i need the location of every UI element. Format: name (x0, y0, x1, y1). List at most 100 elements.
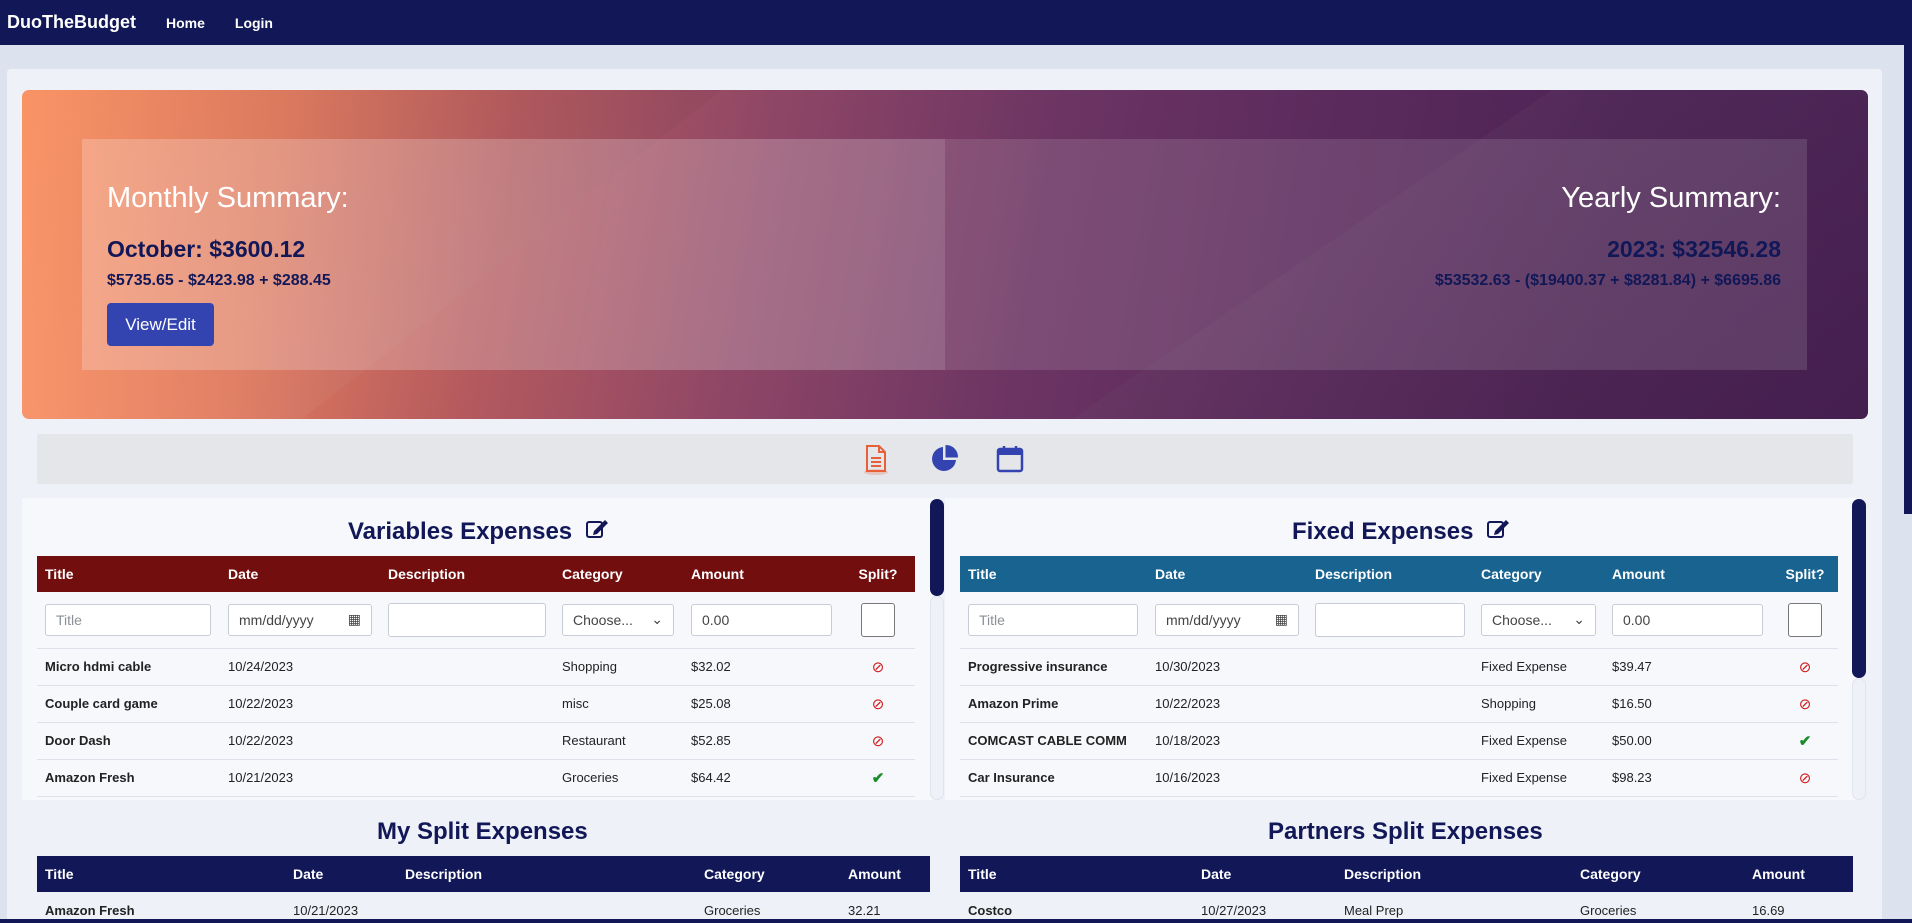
table-row[interactable]: Amazon Fresh 10/21/2023 Groceries $64.42… (37, 759, 915, 797)
row-amount: $32.02 (683, 648, 841, 686)
row-category: Shopping (554, 648, 683, 686)
variable-panel-scrollbar[interactable] (930, 499, 944, 596)
table-row[interactable]: Micro hdmi cable 10/24/2023 Shopping $32… (37, 648, 915, 686)
view-edit-button[interactable]: View/Edit (107, 303, 214, 346)
monthly-total: October: $3600.12 (107, 236, 306, 262)
monthly-formula: $5735.65 - $2423.98 + $288.45 (107, 272, 331, 289)
column-header: Description (1307, 556, 1473, 592)
table-row[interactable]: Door Dash 10/22/2023 Restaurant $52.85 ⊘ (37, 722, 915, 760)
column-header: Category (1473, 556, 1604, 592)
nav-home-link[interactable]: Home (166, 15, 205, 31)
row-description (1307, 759, 1473, 797)
row-date: 10/24/2023 (220, 648, 380, 686)
description-textarea[interactable] (388, 602, 546, 637)
table-row[interactable]: Car Insurance 10/16/2023 Fixed Expense $… (960, 759, 1838, 797)
row-date: 10/22/2023 (220, 722, 380, 760)
fixed-panel-scrollbar[interactable] (1852, 499, 1866, 678)
yearly-total: 2023: $32546.28 (1607, 236, 1781, 262)
row-description (380, 685, 554, 723)
chevron-down-icon: ⌄ (651, 611, 663, 628)
column-header: Split? (841, 556, 915, 592)
row-title: Door Dash (37, 722, 220, 760)
row-date: 10/22/2023 (220, 685, 380, 723)
not-split-icon: ⊘ (1798, 769, 1812, 787)
table-row[interactable]: Couple card game 10/22/2023 misc $25.08 … (37, 685, 915, 723)
nav-login-link[interactable]: Login (235, 15, 273, 31)
my-split-expenses-table: Title Date Description Category Amount A… (37, 856, 930, 923)
row-category: Restaurant (554, 722, 683, 760)
split-checkbox[interactable] (1788, 602, 1822, 637)
table-row[interactable]: Progressive insurance 10/30/2023 Fixed E… (960, 648, 1838, 686)
calendar-icon[interactable]: ▦ (348, 611, 361, 628)
not-split-icon: ⊘ (871, 658, 885, 676)
row-title: Couple card game (37, 685, 220, 723)
split-checkbox[interactable] (861, 602, 895, 637)
row-description (1307, 648, 1473, 686)
monthly-summary-title: Monthly Summary: (107, 182, 349, 214)
edit-icon[interactable] (1486, 518, 1510, 547)
row-title: Amazon Prime (960, 685, 1147, 723)
row-amount: $64.42 (683, 759, 841, 797)
amount-input[interactable]: 0.00 (1612, 603, 1763, 636)
column-header: Amount (840, 856, 930, 892)
partners-split-expenses-table: Title Date Description Category Amount C… (960, 856, 1853, 923)
column-header: Title (960, 556, 1147, 592)
row-category: Groceries (554, 759, 683, 797)
row-description (380, 759, 554, 797)
category-select[interactable]: Choose... ⌄ (1481, 603, 1596, 636)
title-input[interactable]: Title (968, 603, 1138, 636)
row-category: misc (554, 685, 683, 723)
column-header: Date (1147, 556, 1307, 592)
column-header: Description (380, 556, 554, 592)
column-header: Description (1336, 856, 1572, 892)
column-header: Split? (1772, 556, 1838, 592)
not-split-icon: ⊘ (871, 732, 885, 750)
row-description (380, 648, 554, 686)
calendar-icon[interactable]: ▦ (1275, 611, 1288, 628)
amount-input[interactable]: 0.00 (691, 603, 832, 636)
partners-split-expenses-title: Partners Split Expenses (1268, 818, 1543, 845)
table-row[interactable]: Amazon Prime 10/22/2023 Shopping $16.50 … (960, 685, 1838, 723)
row-amount: $50.00 (1604, 722, 1772, 760)
brand-logo[interactable]: DuoTheBudget (7, 12, 136, 33)
column-header: Title (37, 556, 220, 592)
row-date: 10/22/2023 (1147, 685, 1307, 723)
table-row[interactable]: COMCAST CABLE COMM 10/18/2023 Fixed Expe… (960, 722, 1838, 760)
variable-expenses-title: Variables Expenses (348, 518, 573, 545)
column-header: Category (696, 856, 840, 892)
calendar-icon[interactable] (993, 442, 1027, 476)
column-header: Date (1193, 856, 1336, 892)
row-category: Fixed Expense (1473, 648, 1604, 686)
category-select[interactable]: Choose... ⌄ (562, 603, 674, 636)
date-input[interactable]: mm/dd/yyyy ▦ (228, 603, 372, 636)
category-placeholder: Choose... (1492, 611, 1552, 628)
column-header: Amount (683, 556, 841, 592)
page-scrollbar-thumb[interactable] (1900, 45, 1912, 514)
title-input[interactable]: Title (45, 603, 211, 636)
column-header: Description (397, 856, 696, 892)
chevron-down-icon: ⌄ (1573, 611, 1585, 628)
row-amount: $25.08 (683, 685, 841, 723)
description-textarea[interactable] (1315, 602, 1465, 637)
document-icon[interactable] (859, 442, 893, 476)
date-placeholder: mm/dd/yyyy (239, 611, 314, 628)
column-header: Title (960, 856, 1193, 892)
row-category: Fixed Expense (1473, 722, 1604, 760)
edit-icon[interactable] (585, 518, 609, 547)
fixed-expenses-table: Title Date Description Category Amount S… (960, 556, 1838, 797)
date-input[interactable]: mm/dd/yyyy ▦ (1155, 603, 1299, 636)
column-header: Date (285, 856, 397, 892)
column-header: Amount (1744, 856, 1853, 892)
column-header: Category (554, 556, 683, 592)
row-title: Amazon Fresh (37, 759, 220, 797)
row-date: 10/16/2023 (1147, 759, 1307, 797)
my-split-expenses-title: My Split Expenses (377, 818, 588, 845)
column-header: Date (220, 556, 380, 592)
row-category: Fixed Expense (1473, 759, 1604, 797)
pie-chart-icon[interactable] (927, 442, 961, 476)
row-date: 10/18/2023 (1147, 722, 1307, 760)
fixed-panel-scroll-track (1852, 678, 1866, 800)
row-description (380, 722, 554, 760)
row-title: Car Insurance (960, 759, 1147, 797)
not-split-icon: ⊘ (871, 695, 885, 713)
